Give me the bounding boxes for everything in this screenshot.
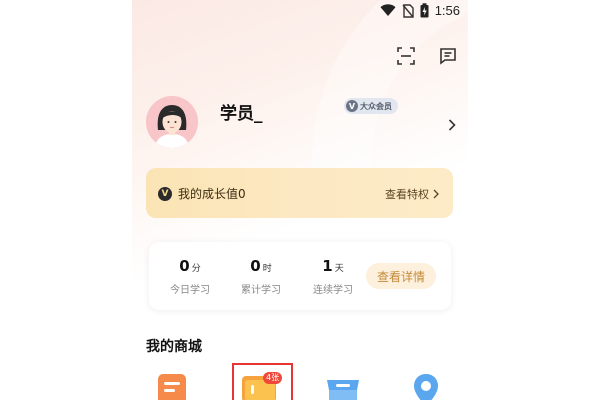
location-icon[interactable] xyxy=(406,370,446,400)
stat-label: 累计学习 xyxy=(241,285,281,296)
growth-left: V 我的成长值0 xyxy=(158,185,246,202)
scan-icon[interactable] xyxy=(396,46,416,66)
view-privileges-label: 查看特权 xyxy=(385,188,429,201)
member-badge-label: 大众会员 xyxy=(360,101,392,111)
view-details-button[interactable]: 查看详情 xyxy=(366,263,436,289)
stat-label: 连续学习 xyxy=(313,285,353,296)
status-time: 1:56 xyxy=(434,3,460,18)
username: 学员_ xyxy=(220,104,263,124)
status-bar: 1:56 xyxy=(132,0,468,24)
member-v-icon: V xyxy=(346,100,358,112)
vip-v-icon: V xyxy=(158,186,172,201)
stat-unit: 时 xyxy=(262,264,272,274)
stat-today: 0分 今日学习 xyxy=(155,256,225,296)
battery-charging-icon xyxy=(420,3,429,18)
stat-unit: 天 xyxy=(334,264,344,274)
chevron-right-icon[interactable] xyxy=(448,116,456,135)
stat-total: 0时 累计学习 xyxy=(226,256,296,296)
shop-row xyxy=(132,362,468,400)
stat-value: 0 xyxy=(179,257,190,275)
message-icon[interactable] xyxy=(438,46,458,66)
study-stats-card: 0分 今日学习 0时 累计学习 1天 连续学习 查看详情 xyxy=(149,242,451,310)
top-actions xyxy=(396,46,458,66)
stat-label: 今日学习 xyxy=(170,285,210,296)
growth-value-label: 我的成长值0 xyxy=(178,187,246,201)
growth-value-card[interactable]: V 我的成长值0 查看特权 xyxy=(146,168,453,218)
store-icon[interactable] xyxy=(323,370,363,400)
phone-screen: 1:56 学员_ V 大众会员 V 我的成长值0 查看特权 0 分 今日学习 0… xyxy=(132,0,468,400)
member-badge[interactable]: V 大众会员 xyxy=(344,98,398,114)
coupon-highlight-box xyxy=(232,363,293,400)
stat-value: 1 xyxy=(322,257,333,275)
wifi-icon xyxy=(380,4,396,16)
view-privileges-link[interactable]: 查看特权 xyxy=(385,186,439,202)
status-icons: 1:56 xyxy=(380,3,460,18)
orders-icon[interactable] xyxy=(152,370,192,400)
shop-section-title: 我的商城 xyxy=(146,339,202,355)
chevron-right-icon xyxy=(433,189,439,199)
avatar[interactable] xyxy=(146,96,198,148)
stat-unit: 分 xyxy=(191,264,201,274)
no-sim-icon xyxy=(402,3,414,18)
stat-value: 0 xyxy=(250,257,261,275)
coupon-count-badge: 4张 xyxy=(263,372,283,384)
stat-streak: 1天 连续学习 xyxy=(298,256,368,296)
